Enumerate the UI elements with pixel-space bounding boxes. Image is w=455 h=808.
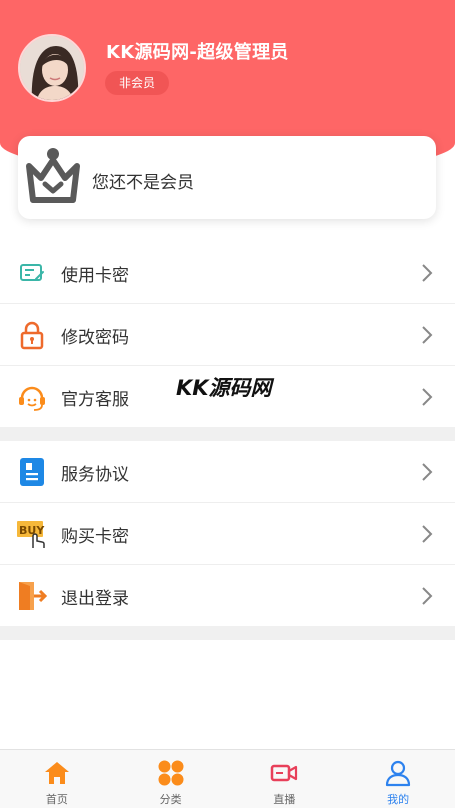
tab-live[interactable]: 直播 — [228, 750, 342, 808]
menu-label: 使用卡密 — [61, 266, 129, 286]
menu-label: 退出登录 — [61, 589, 129, 609]
bottom-tabbar: 首页 分类 直播 我的 — [0, 749, 455, 808]
chevron-right-icon — [422, 326, 433, 344]
tab-label: 首页 — [45, 793, 68, 806]
tab-home[interactable]: 首页 — [0, 750, 114, 808]
member-status-badge: 非会员 — [105, 71, 170, 95]
chevron-right-icon — [422, 587, 433, 605]
user-name: KK源码网-超级管理员 — [106, 42, 289, 63]
exit-icon — [19, 582, 48, 610]
tab-category[interactable]: 分类 — [114, 750, 228, 808]
section-divider — [0, 427, 455, 441]
live-icon — [271, 764, 298, 782]
menu-label: 服务协议 — [61, 465, 129, 485]
menu-item-change-password[interactable]: 修改密码 — [0, 304, 455, 366]
card-icon — [20, 264, 44, 281]
menu-item-logout[interactable]: 退出登录 — [0, 565, 455, 627]
chevron-right-icon — [422, 388, 433, 406]
chevron-right-icon — [422, 463, 433, 481]
watermark: KK源码网 — [176, 376, 272, 400]
avatar[interactable] — [18, 34, 86, 102]
user-icon — [386, 760, 411, 787]
lock-icon — [20, 321, 44, 350]
menu-label: 购买卡密 — [61, 527, 129, 547]
document-icon — [20, 458, 44, 486]
buy-icon: BUY — [17, 521, 45, 548]
vip-status-text: 您还不是会员 — [92, 173, 194, 193]
category-icon — [158, 760, 184, 786]
vip-card[interactable]: 您还不是会员 — [18, 136, 436, 219]
menu-item-service-agreement[interactable]: 服务协议 — [0, 441, 455, 503]
tab-mine[interactable]: 我的 — [341, 750, 455, 808]
tab-label: 我的 — [387, 793, 410, 806]
menu-label: 官方客服 — [61, 390, 129, 410]
tab-label: 直播 — [273, 793, 296, 806]
home-icon — [44, 762, 69, 784]
tab-label: 分类 — [159, 793, 182, 806]
menu-group-service: 服务协议 BUY 购买卡密 退出登录 — [0, 441, 455, 627]
crown-icon — [26, 148, 80, 203]
headset-icon — [19, 386, 45, 411]
chevron-right-icon — [422, 525, 433, 543]
svg-text:BUY: BUY — [19, 524, 45, 537]
menu-item-use-card[interactable]: 使用卡密 — [0, 242, 455, 304]
section-divider — [0, 626, 455, 640]
menu-item-buy-card[interactable]: BUY 购买卡密 — [0, 503, 455, 565]
chevron-right-icon — [422, 264, 433, 282]
menu-label: 修改密码 — [61, 328, 129, 348]
